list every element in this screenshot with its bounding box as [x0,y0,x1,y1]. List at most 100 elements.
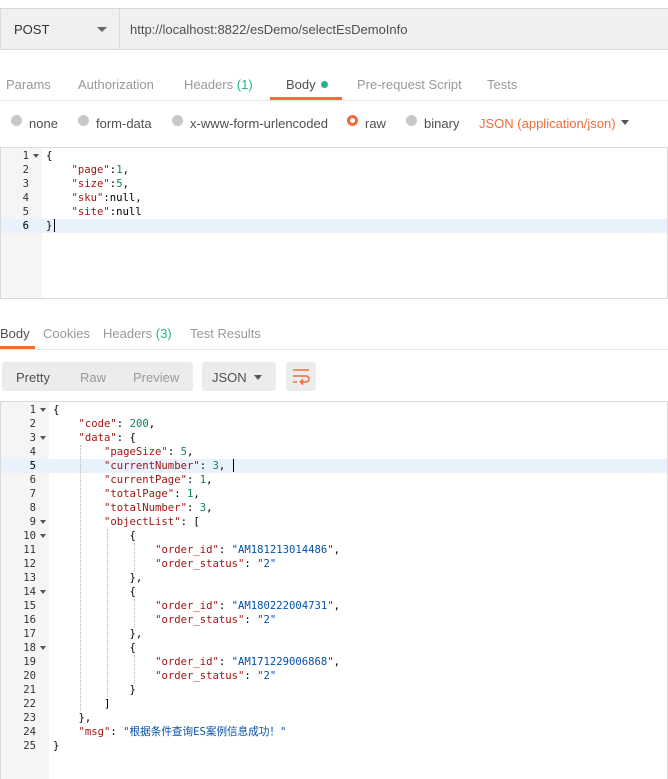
tab-response-headers[interactable]: Headers (3) [103,326,172,341]
method-label: POST [14,22,50,37]
radio-urlencoded[interactable] [172,115,183,126]
line-number: 22 [23,698,36,710]
code-text: "site":null [71,206,142,218]
code-line: 6} [1,219,667,233]
radio-form-data[interactable] [78,115,89,126]
line-number: 17 [23,628,36,640]
fold-arrow-icon[interactable] [33,154,39,158]
radio-binary-label: binary [424,116,460,131]
tab-prerequest-script[interactable]: Pre-request Script [357,77,462,92]
line-number: 21 [23,684,36,696]
tab-response-headers-label: Headers [103,326,153,341]
indent-guide [134,599,135,627]
code-line: 24 "msg": "根据条件查询ES案例信息成功！" [1,725,667,739]
code-line: 8 "totalNumber": 3, [1,501,667,515]
response-format-label: JSON [212,370,247,385]
code-line: 16 "order_status": "2" [1,613,667,627]
line-number: 14 [23,586,36,598]
fold-arrow-icon[interactable] [40,534,46,538]
code-line: 22 ] [1,697,667,711]
tab-tests[interactable]: Tests [487,77,517,92]
code-line: 5 "site":null [1,205,667,219]
indent-guide [80,445,81,711]
tab-body-label: Body [286,77,316,92]
code-line: 10 { [1,529,667,543]
tab-params[interactable]: Params [6,77,51,92]
response-body-viewer[interactable]: 1{2 "code": 200, 3 "data": {4 "pageSize":… [0,401,668,779]
code-line: 3 "size":5, [1,177,667,191]
fold-arrow-icon[interactable] [40,520,46,524]
code-text: }, [53,572,143,584]
code-text: "page":1, [71,164,129,176]
radio-binary[interactable] [406,115,417,126]
code-text: "order_status": "2" [155,614,277,626]
pretty-button[interactable]: Pretty [16,370,50,385]
tab-body[interactable]: Body [286,77,328,92]
fold-arrow-icon[interactable] [40,408,46,412]
line-number: 4 [29,446,36,458]
tab-authorization[interactable]: Authorization [78,77,154,92]
code-line: 6 "currentPage": 1, [1,473,667,487]
radio-form-data-label: form-data [96,116,152,131]
line-number: 19 [23,656,36,668]
chevron-down-icon[interactable] [621,120,629,125]
radio-none[interactable] [11,115,22,126]
line-number: 15 [23,600,36,612]
code-text: { [53,530,136,542]
format-select[interactable]: JSON (application/json) [479,116,616,131]
code-line: 1{ [1,149,667,163]
code-line: 2 "code": 200, [1,417,667,431]
line-number: 13 [23,572,36,584]
line-number: 5 [22,206,29,218]
tab-response-body[interactable]: Body [0,326,30,341]
line-number: 12 [23,558,36,570]
code-text: "order_id": "AM181213014486", [155,544,341,556]
radio-urlencoded-label: x-www-form-urlencoded [190,116,328,131]
code-line: 4 "sku":null, [1,191,667,205]
method-select[interactable]: POST [1,9,120,49]
code-text: "currentPage": 1, [104,474,213,486]
indent-guide [134,543,135,571]
code-text: ] [53,698,111,710]
code-text: "size":5, [71,178,129,190]
code-line: 9 "objectList": [ [1,515,667,529]
code-line: 14 { [1,585,667,599]
chevron-down-icon [254,375,262,380]
code-line: 3 "data": { [1,431,667,445]
wrap-lines-button[interactable] [286,362,316,391]
response-format-select[interactable]: JSON [202,362,276,391]
code-text: "order_status": "2" [155,670,277,682]
code-text: { [53,404,60,416]
line-number: 16 [23,614,36,626]
url-input[interactable]: http://localhost:8822/esDemo/selectEsDem… [130,22,407,37]
tab-headers-label: Headers [184,77,234,92]
code-line: 18 { [1,641,667,655]
line-number: 10 [23,530,36,542]
code-text: }, [53,628,143,640]
fold-arrow-icon[interactable] [40,436,46,440]
code-text: } [46,220,53,232]
request-body-editor[interactable]: 1{2 "page":1, 3 "size":5, 4 "sku":null, 5 "… [0,147,668,299]
code-line: 11 "order_id": "AM181213014486", [1,543,667,557]
line-number: 24 [23,726,36,738]
code-text: "code": 200, [78,418,156,430]
code-line: 15 "order_id": "AM180222004731", [1,599,667,613]
radio-raw[interactable] [347,115,358,126]
code-text: "order_id": "AM180222004731", [155,600,341,612]
code-line: 20 "order_status": "2" [1,669,667,683]
line-number: 20 [23,670,36,682]
raw-button[interactable]: Raw [80,370,106,385]
preview-button[interactable]: Preview [133,370,179,385]
fold-arrow-icon[interactable] [40,590,46,594]
code-text: "order_status": "2" [155,558,277,570]
tab-test-results[interactable]: Test Results [190,326,261,341]
response-tabs-divider [0,349,668,350]
line-number: 8 [29,502,36,514]
line-number: 1 [29,404,36,416]
fold-arrow-icon[interactable] [40,646,46,650]
line-number: 23 [23,712,36,724]
tab-cookies[interactable]: Cookies [43,326,90,341]
line-number: 7 [29,488,36,500]
code-text: "totalPage": 1, [104,488,200,500]
tab-headers[interactable]: Headers (1) [184,77,253,92]
